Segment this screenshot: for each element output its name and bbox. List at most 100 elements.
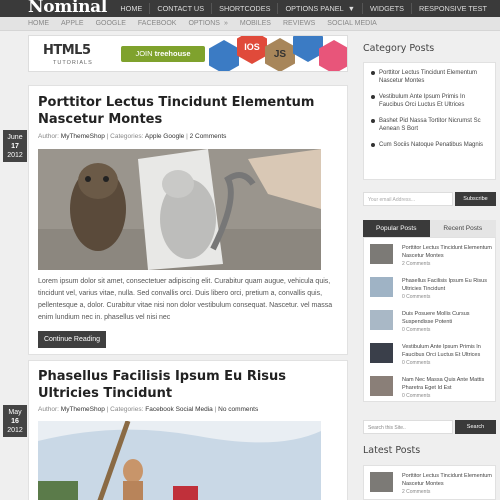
post-thumbnail [370,472,393,492]
post-title[interactable]: Porttitor Lectus Tincidunt Elementum Nas… [38,94,338,128]
tab-recent-posts[interactable]: Recent Posts [429,220,496,237]
latest-posts-list: Porttitor Lectus Tincidunt Elementum Nas… [363,465,496,500]
author-link[interactable]: MyThemeShop [61,133,105,140]
date-month: May [8,409,22,416]
top-nav-contact[interactable]: CONTACT US [150,0,211,17]
email-field[interactable]: Your email Address... [363,192,453,206]
acrobat-beach-image [38,421,321,500]
ad-join-prefix: JOIN [135,49,153,58]
search-input[interactable]: Search this Site.. [363,420,453,434]
category-posts-widget: Porttitor Lectus Tincidunt Elementum Nas… [363,62,496,180]
ad-headline: HTML5 [43,43,91,58]
post-thumbnail [370,310,393,330]
post-link[interactable]: Phasellus Facilisis Ipsum Eu Risus Ultri… [402,277,494,293]
list-item[interactable]: Nam Nec Massa Quis Ante Mattis Pharetra … [368,374,493,404]
ad-tile-icon [319,40,347,71]
list-item[interactable]: Bashet Pid Nassa Tortitor Nicrumst Sc Ae… [370,117,489,133]
subscribe-form: Your email Address... Subscribe [363,192,496,206]
chevron-right-icon: » [223,20,228,27]
top-nav-widgets[interactable]: WIDGETS [363,0,411,17]
list-item[interactable]: Cum Sociis Natoque Penatibus Magnis [370,141,489,149]
sec-nav-options-label: OPTIONS [188,20,220,27]
post-date-badge: May 16 2012 [3,405,27,437]
sec-nav-options[interactable]: OPTIONS» [182,17,233,30]
post-link[interactable]: Vestibulum Ante Ipsum Primis In Faucibus… [402,343,494,359]
list-item[interactable]: Vestibulum Ante Ipsum Primis In Faucibus… [370,93,489,109]
comment-count: 0 Comments [402,360,431,366]
date-year: 2012 [7,427,23,434]
date-day: 16 [11,418,19,425]
sec-nav-facebook[interactable]: FACEBOOK [132,17,183,30]
tab-popular-posts[interactable]: Popular Posts [363,220,430,237]
caret-down-icon: ▼ [347,4,355,13]
list-item[interactable]: Vestibulum Ante Ipsum Primis In Faucibus… [368,341,493,371]
post-card: Porttitor Lectus Tincidunt Elementum Nas… [28,85,348,355]
categories-link[interactable]: Facebook Social Media [145,406,213,413]
post-thumbnail [370,343,393,363]
popular-posts-list: Porttitor Lectus Tincidunt Elementum Nas… [363,237,496,402]
post-link[interactable]: Porttitor Lectus Tincidunt Elementum Nas… [402,472,494,488]
ad-tile-icon [293,36,323,62]
categories-link[interactable]: Apple Google [145,133,184,140]
category-posts-heading: Category Posts [363,43,435,54]
list-item[interactable]: Porttitor Lectus Tincidunt Elementum Nas… [368,470,493,500]
top-nav-shortcodes[interactable]: SHORTCODES [212,0,277,17]
post-title[interactable]: Phasellus Facilisis Ipsum Eu Risus Ultri… [38,368,338,402]
posts-tabs: Popular Posts Recent Posts [363,220,496,237]
ad-tile-ios: IOS [237,36,267,64]
ad-join-button[interactable]: JOIN treehouse [121,46,205,62]
comment-count: 2 Comments [402,489,431,495]
latest-posts-heading: Latest Posts [363,445,421,456]
sec-nav-reviews[interactable]: REVIEWS [277,17,321,30]
author-label: Author: [38,133,59,140]
sec-nav-google[interactable]: GOOGLE [90,17,132,30]
top-nav-home[interactable]: HOME [113,0,149,17]
date-month: June [7,134,23,141]
list-item[interactable]: Porttitor Lectus Tincidunt Elementum Nas… [368,242,493,272]
search-button[interactable]: Search [455,420,496,434]
subscribe-button[interactable]: Subscribe [455,192,496,206]
dog-cat-drawing-image [38,149,321,270]
post-link[interactable]: Nam Nec Massa Quis Ante Mattis Pharetra … [402,376,494,392]
ad-banner[interactable]: HTML5 TUTORIALS JOIN treehouse IOS JS [28,35,348,72]
post-featured-image[interactable] [38,421,321,500]
top-nav-options-panel[interactable]: OPTIONS PANEL ▼ [278,0,362,17]
comments-link[interactable]: No comments [218,406,258,413]
sec-nav-mobiles[interactable]: MOBILES [234,17,277,30]
sec-nav-home[interactable]: HOME [22,17,55,30]
comment-count: 0 Comments [402,327,431,333]
ad-tile-js: JS [265,38,295,71]
author-link[interactable]: MyThemeShop [61,406,105,413]
top-nav-responsive[interactable]: RESPONSIVE TEST [412,0,494,17]
date-year: 2012 [7,152,23,159]
post-meta: Author: MyThemeShop | Categories: Apple … [38,133,226,140]
top-nav-options-label: OPTIONS PANEL [285,4,344,13]
comment-count: 0 Comments [402,294,431,300]
post-link[interactable]: Porttitor Lectus Tincidunt Elementum Nas… [402,244,494,260]
comments-link[interactable]: 2 Comments [190,133,227,140]
site-logo[interactable]: Nominal [28,0,107,17]
date-day: 17 [11,143,19,150]
sec-nav-apple[interactable]: APPLE [55,17,90,30]
list-item[interactable]: Porttitor Lectus Tincidunt Elementum Nas… [370,69,489,85]
ad-tile-icon [209,40,239,71]
sec-nav-social-media[interactable]: SOCIAL MEDIA [321,17,383,30]
list-item[interactable]: Phasellus Facilisis Ipsum Eu Risus Ultri… [368,275,493,305]
secondary-nav: HOME APPLE GOOGLE FACEBOOK OPTIONS» MOBI… [0,17,500,31]
search-form: Search this Site.. Search [363,420,496,434]
ad-subline: TUTORIALS [53,60,93,66]
post-featured-image[interactable] [38,149,321,270]
post-meta: Author: MyThemeShop | Categories: Facebo… [38,406,258,413]
categories-label: Categories: [110,133,144,140]
comment-count: 2 Comments [402,261,431,267]
post-thumbnail [370,277,393,297]
top-bar: Nominal HOME CONTACT US SHORTCODES OPTIO… [0,0,500,17]
post-thumbnail [370,376,393,396]
author-label: Author: [38,406,59,413]
categories-label: Categories: [110,406,144,413]
category-posts-list: Porttitor Lectus Tincidunt Elementum Nas… [370,69,489,149]
list-item[interactable]: Duis Posuere Mollis Cursus Suspendisse P… [368,308,493,338]
post-link[interactable]: Duis Posuere Mollis Cursus Suspendisse P… [402,310,494,326]
continue-reading-button[interactable]: Continue Reading [38,331,106,348]
comment-count: 0 Comments [402,393,431,399]
